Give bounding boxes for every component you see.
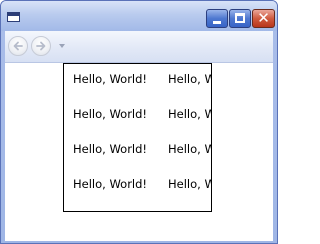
maximize-button[interactable] bbox=[229, 9, 251, 28]
maximize-icon bbox=[235, 13, 245, 23]
hello-text: Hello, World! bbox=[73, 142, 148, 156]
back-button[interactable] bbox=[8, 36, 28, 56]
scroll-panel: Hello, World! Hello, World! Hello, World… bbox=[63, 63, 212, 212]
close-icon: ✕ bbox=[257, 9, 270, 27]
forward-button[interactable] bbox=[31, 36, 51, 56]
close-button[interactable]: ✕ bbox=[252, 9, 275, 28]
hello-text: Hello, World! bbox=[73, 177, 148, 191]
title-bar[interactable]: ✕ bbox=[1, 1, 277, 31]
hello-text: Hello, World! bbox=[168, 177, 211, 191]
hello-text: Hello, World! bbox=[168, 72, 211, 86]
dropdown-arrow-icon[interactable] bbox=[59, 44, 65, 48]
hello-text: Hello, World! bbox=[168, 107, 211, 121]
back-arrow-icon bbox=[13, 41, 23, 51]
hello-text: Hello, World! bbox=[168, 142, 211, 156]
minimize-button[interactable] bbox=[206, 9, 228, 28]
hello-text: Hello, World! bbox=[73, 72, 148, 86]
window-icon[interactable] bbox=[7, 12, 20, 22]
minimize-icon bbox=[213, 21, 221, 24]
navigation-bar bbox=[5, 31, 273, 63]
app-window: ✕ Hello, World! Hello, World! Hello, Wor… bbox=[0, 0, 278, 244]
content-area: Hello, World! Hello, World! Hello, World… bbox=[5, 63, 273, 241]
hello-text: Hello, World! bbox=[73, 107, 148, 121]
forward-arrow-icon bbox=[36, 41, 46, 51]
